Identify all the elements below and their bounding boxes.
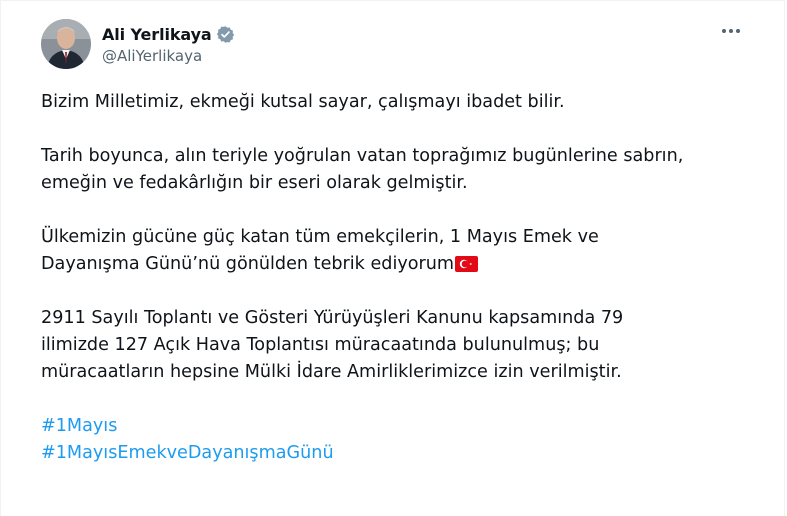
tweet-text: Bizim Milletimiz, ekmeği kutsal sayar, ç… [41, 89, 761, 467]
tweet-card: Ali Yerlikaya @AliYerlikaya Bizim Millet… [0, 0, 785, 516]
avatar[interactable] [41, 19, 91, 69]
author-display-name[interactable]: Ali Yerlikaya [102, 25, 212, 44]
tweet-paragraph: Bizim Milletimiz, ekmeği kutsal sayar, ç… [41, 89, 761, 116]
author-handle[interactable]: @AliYerlikaya [102, 47, 235, 65]
tweet-line: Tarih boyunca, alın teriyle yoğrulan vat… [41, 146, 684, 166]
hashtag-link[interactable]: #1MayısEmekveDayanışmaGünü [41, 440, 334, 467]
tweet-paragraph: 2911 Sayılı Toplantı ve Gösteri Yürüyüşl… [41, 305, 761, 386]
verified-badge-icon [216, 25, 235, 44]
tweet-line: emeğin ve fedakârlığın bir eseri olarak … [41, 173, 468, 193]
turkey-flag-icon [455, 254, 479, 272]
tweet-line: müracaatların hepsine Mülki İdare Amirli… [41, 362, 622, 382]
tweet-paragraph: Ülkemizin gücüne güç katan tüm emekçiler… [41, 224, 761, 278]
tweet-line: 2911 Sayılı Toplantı ve Gösteri Yürüyüşl… [41, 308, 624, 328]
tweet-paragraph: Tarih boyunca, alın teriyle yoğrulan vat… [41, 143, 761, 197]
hashtag-link[interactable]: #1Mayıs [41, 413, 117, 440]
tweet-header: Ali Yerlikaya @AliYerlikaya [41, 18, 235, 70]
more-options-icon[interactable] [718, 21, 744, 41]
tweet-line: Ülkemizin gücüne güç katan tüm emekçiler… [41, 227, 599, 247]
hashtag-list: #1Mayıs #1MayısEmekveDayanışmaGünü [41, 413, 761, 467]
tweet-line: Dayanışma Günü’nü gönülden tebrik ediyor… [41, 254, 455, 274]
tweet-line: Bizim Milletimiz, ekmeği kutsal sayar, ç… [41, 92, 565, 112]
tweet-line: ilimizde 127 Açık Hava Toplantısı müraca… [41, 335, 600, 355]
